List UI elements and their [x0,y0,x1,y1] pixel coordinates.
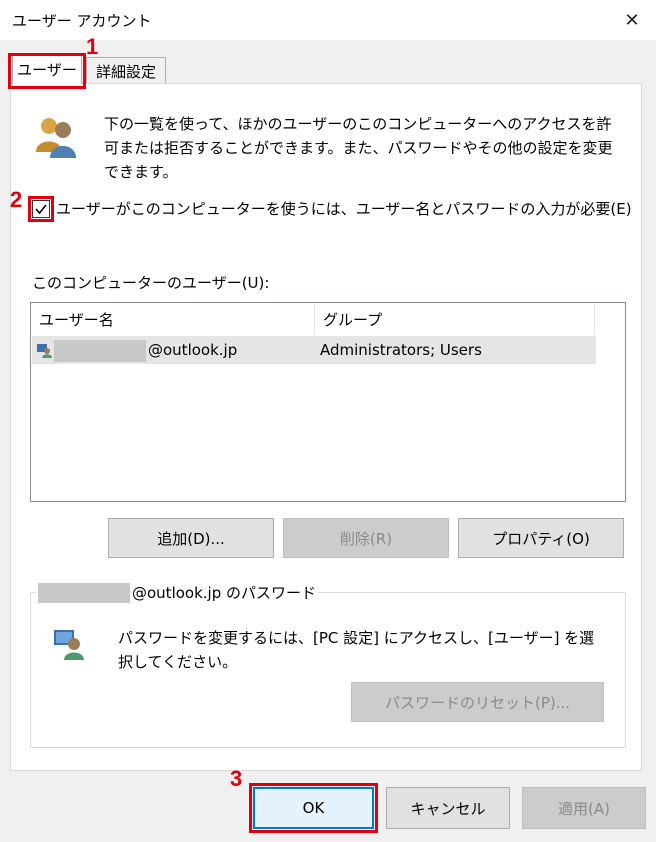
window-title: ユーザー アカウント [12,12,152,30]
user-password-icon [52,626,86,660]
close-icon: ✕ [624,9,640,31]
description-text: 下の一覧を使って、ほかのユーザーのこのコンピューターへのアクセスを許可または拒否… [104,115,613,181]
user-row-icon [36,342,52,358]
redacted-account [38,582,130,603]
password-group-title: @outlook.jp のパスワード [36,582,318,603]
user-row-group: Administrators; Users [320,341,482,359]
users-icon [32,112,80,160]
reset-password-button[interactable]: パスワードのリセット(P)... [351,682,604,722]
properties-button[interactable]: プロパティ(O) [458,518,624,558]
column-header-username[interactable]: ユーザー名 [31,303,315,335]
ok-button[interactable]: OK [253,787,374,829]
step-marker-3: 3 [230,766,243,791]
password-change-text: パスワードを変更するには、[PC 設定] にアクセスし、[ユーザー] を選択して… [118,629,595,671]
step-marker-2: 2 [10,187,23,212]
users-list-label: このコンピューターのユーザー(U): [32,274,270,292]
highlight-tab-users [8,53,86,89]
close-button[interactable]: ✕ [610,2,654,38]
user-row-email-suffix: @outlook.jp [148,341,238,359]
redacted-username [54,340,146,362]
column-header-group[interactable]: グループ [315,303,595,335]
highlight-checkbox [28,196,54,222]
add-button[interactable]: 追加(D)... [108,518,274,558]
tab-advanced[interactable]: 詳細設定 [86,57,166,84]
apply-button[interactable]: 適用(A) [522,787,646,829]
tab-advanced-label: 詳細設定 [95,62,156,81]
users-listbox[interactable]: ユーザー名 グループ [30,302,626,502]
cancel-button[interactable]: キャンセル [386,787,510,829]
require-login-label: ユーザーがこのコンピューターを使うには、ユーザー名とパスワードの入力が必要(E) [56,200,632,218]
remove-button[interactable]: 削除(R) [283,518,449,558]
